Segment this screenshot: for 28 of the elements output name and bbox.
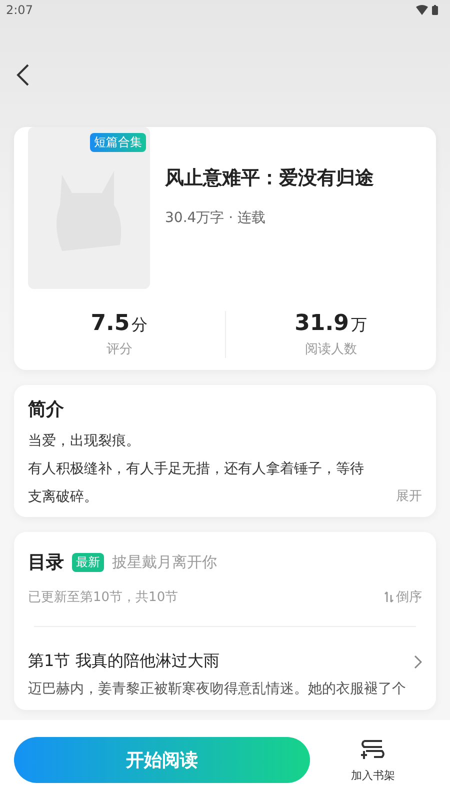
- intro-text: 有人积极缝补，有人手足无措，还有人拿着锤子，等待支离破碎。: [28, 460, 365, 507]
- back-icon[interactable]: [16, 64, 30, 86]
- intro-text: 当爱，出现裂痕。: [28, 432, 141, 451]
- status-time: 2:07: [6, 3, 33, 17]
- latest-chapter[interactable]: 披星戴月离开你: [112, 552, 217, 572]
- book-title: 风止意难平：爱没有归途: [165, 166, 374, 191]
- book-meta: 30.4万字 · 连载: [165, 209, 267, 227]
- chapter-summary: 迈巴赫内，姜青黎正被靳寒夜吻得意乱情迷。她的衣服褪了个: [28, 680, 407, 698]
- stat-unit: 分: [132, 315, 148, 334]
- sort-button[interactable]: 倒序: [384, 588, 422, 606]
- start-reading-button[interactable]: 开始阅读: [14, 737, 310, 783]
- wifi-icon: [416, 5, 428, 15]
- stat-label: 评分: [106, 341, 132, 358]
- latest-tag: 最新: [72, 552, 104, 572]
- stat-label: 阅读人数: [304, 341, 357, 358]
- battery-icon: [432, 5, 438, 15]
- stat-unit: 万: [350, 315, 367, 334]
- chevron-right-icon: [414, 654, 422, 668]
- expand-link[interactable]: 展开: [396, 487, 422, 505]
- section-heading: 目录: [28, 551, 64, 574]
- bookshelf-icon: [360, 738, 386, 762]
- stat-value: 7.5: [90, 311, 130, 336]
- chapter-title[interactable]: 第1节 我真的陪他淋过大雨: [28, 651, 220, 672]
- add-to-shelf-button[interactable]: 加入书架: [310, 738, 436, 782]
- stat-value: 31.9: [294, 311, 349, 336]
- sort-icon: [384, 591, 394, 603]
- collection-badge: 短篇合集: [90, 133, 146, 152]
- section-heading: 简介: [28, 398, 65, 421]
